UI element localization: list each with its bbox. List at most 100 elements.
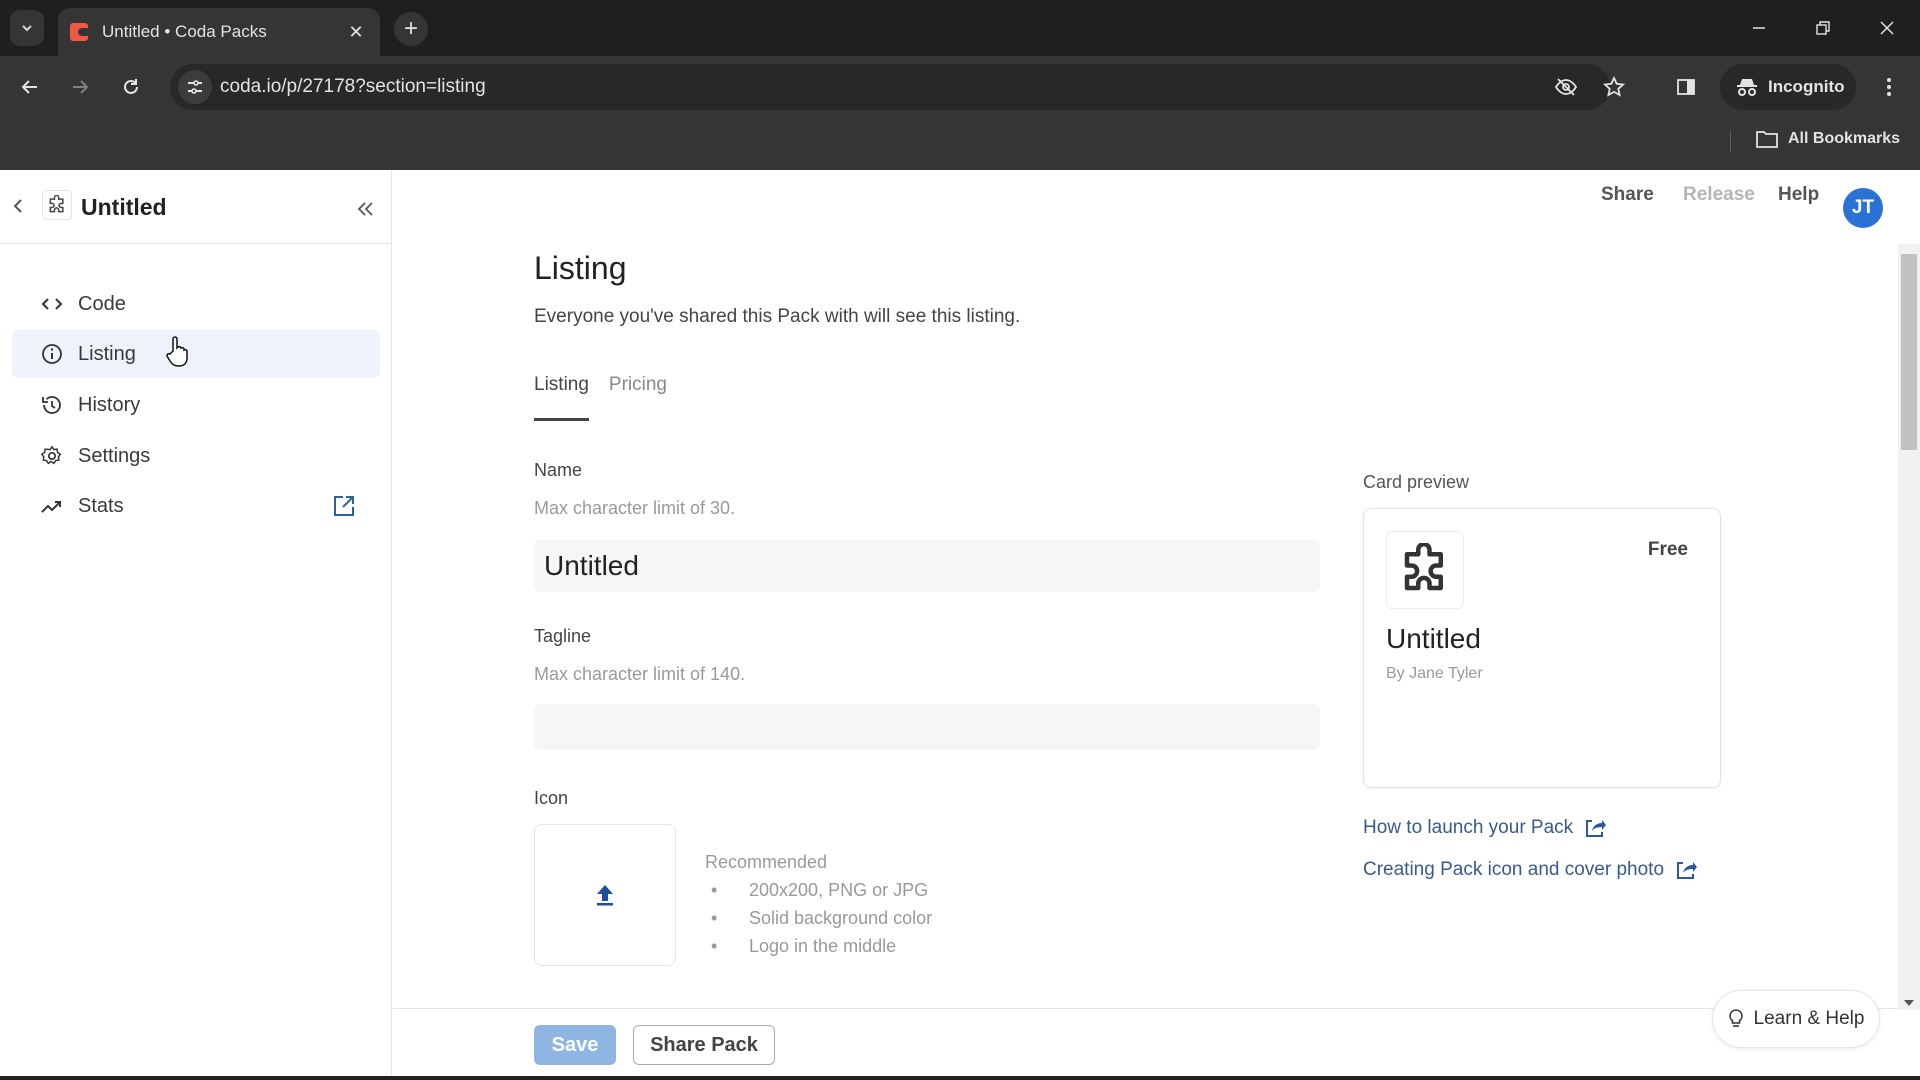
- save-button[interactable]: Save: [534, 1025, 616, 1065]
- help-link[interactable]: Help: [1778, 184, 1819, 206]
- back-chevron-icon[interactable]: [8, 194, 28, 218]
- arrow-right-icon: [73, 80, 89, 94]
- info-icon: [40, 342, 64, 366]
- close-tab-icon[interactable]: ✕: [344, 22, 368, 43]
- upload-icon: [597, 885, 613, 906]
- tagline-label: Tagline: [534, 626, 592, 646]
- url-text[interactable]: coda.io/p/27178?section=listing: [220, 76, 486, 98]
- recommended-title: Recommended: [705, 852, 828, 872]
- sidebar-item-listing[interactable]: Listing: [12, 330, 380, 378]
- main-scrollbar[interactable]: [1898, 244, 1920, 1010]
- tab-search-button[interactable]: [10, 10, 44, 46]
- eye-off-icon[interactable]: [1554, 75, 1578, 99]
- listing-tabs: Listing Pricing: [534, 374, 667, 421]
- learn-help-button[interactable]: Learn & Help: [1712, 990, 1880, 1048]
- back-button[interactable]: [13, 70, 47, 104]
- more-vertical-icon: [1887, 78, 1891, 96]
- chevron-down-icon: [22, 25, 32, 32]
- browser-menu-button[interactable]: [1872, 70, 1906, 104]
- sidebar-item-label: History: [78, 393, 141, 416]
- restore-icon: [1816, 21, 1830, 35]
- taskbar-edge: [0, 1076, 1920, 1080]
- name-help-text: Max character limit of 30.: [534, 498, 736, 518]
- scroll-down-arrow-icon[interactable]: [1904, 1000, 1914, 1006]
- card-pack-name: Untitled: [1386, 623, 1481, 654]
- coda-favicon-icon: [70, 23, 88, 41]
- sidebar: Untitled Code Listing History Settings S…: [0, 170, 392, 1080]
- browser-toolbar: coda.io/p/27178?section=listing Incognit…: [0, 56, 1920, 118]
- puzzle-icon: [1386, 531, 1464, 609]
- name-label: Name: [534, 460, 583, 480]
- sidebar-item-label: Settings: [78, 444, 151, 467]
- tune-icon: [188, 80, 202, 94]
- incognito-badge[interactable]: Incognito: [1720, 64, 1856, 110]
- card-preview: Free Untitled By Jane Tyler: [1363, 508, 1721, 788]
- sidebar-header: Untitled: [0, 170, 392, 244]
- all-bookmarks-label: All Bookmarks: [1788, 130, 1901, 147]
- recommendation-item: Solid background color: [705, 908, 932, 936]
- scroll-thumb[interactable]: [1901, 254, 1917, 450]
- collapse-sidebar-icon[interactable]: [354, 198, 376, 220]
- hand-cursor-icon: [165, 335, 191, 367]
- history-icon: [40, 393, 64, 417]
- lightbulb-icon: [1728, 1009, 1743, 1027]
- name-input[interactable]: [534, 540, 1320, 592]
- folder-icon: [1756, 131, 1778, 148]
- card-author: By Jane Tyler: [1386, 665, 1483, 682]
- page-description: Everyone you've shared this Pack with wi…: [534, 306, 1021, 327]
- icon-upload-button[interactable]: [534, 824, 676, 966]
- trending-icon: [40, 494, 64, 518]
- external-link-icon[interactable]: [332, 494, 356, 518]
- code-icon: [40, 292, 64, 316]
- pack-title: Untitled: [81, 194, 167, 220]
- star-icon[interactable]: [1602, 75, 1626, 99]
- tab-title: Untitled • Coda Packs: [102, 22, 267, 41]
- close-window-button[interactable]: [1862, 10, 1912, 46]
- listing-page: Listing Everyone you've shared this Pack…: [393, 244, 1898, 1008]
- icon-label: Icon: [534, 788, 569, 808]
- tab-listing[interactable]: Listing: [534, 374, 589, 421]
- bookmarks-divider: [1730, 130, 1731, 152]
- side-panel-button[interactable]: [1669, 70, 1703, 104]
- minimize-icon: [1753, 27, 1765, 29]
- card-preview-label: Card preview: [1363, 472, 1470, 492]
- incognito-icon: [1737, 79, 1757, 96]
- restore-button[interactable]: [1798, 10, 1848, 46]
- address-bar[interactable]: coda.io/p/27178?section=listing: [170, 64, 1626, 110]
- creating-icon-cover-link[interactable]: Creating Pack icon and cover photo: [1363, 858, 1698, 882]
- external-share-icon: [1583, 816, 1607, 840]
- sidebar-item-settings[interactable]: Settings: [12, 432, 380, 480]
- external-share-icon: [1674, 858, 1698, 882]
- tagline-help-text: Max character limit of 140.: [534, 664, 746, 684]
- tab-pricing[interactable]: Pricing: [609, 374, 667, 421]
- forward-button[interactable]: [63, 70, 97, 104]
- release-link[interactable]: Release: [1683, 184, 1755, 206]
- minimize-button[interactable]: [1734, 10, 1784, 46]
- arrow-left-icon: [21, 80, 37, 94]
- sidebar-item-code[interactable]: Code: [12, 280, 380, 328]
- coda-pack-studio: Untitled Code Listing History Settings S…: [0, 170, 1920, 1080]
- share-link[interactable]: Share: [1601, 184, 1654, 206]
- how-to-launch-link[interactable]: How to launch your Pack: [1363, 816, 1607, 840]
- side-panel-icon: [1677, 79, 1695, 95]
- reload-button[interactable]: [114, 70, 148, 104]
- sidebar-item-stats[interactable]: Stats: [12, 482, 380, 530]
- gear-icon: [40, 444, 64, 468]
- site-info-button[interactable]: [178, 70, 212, 104]
- browser-tab[interactable]: Untitled • Coda Packs ✕: [58, 8, 380, 56]
- all-bookmarks-button[interactable]: All Bookmarks: [1756, 130, 1900, 148]
- avatar[interactable]: JT: [1843, 188, 1883, 228]
- sidebar-item-label: Listing: [78, 342, 136, 365]
- sidebar-item-label: Code: [78, 292, 126, 315]
- sidebar-item-label: Stats: [78, 494, 124, 517]
- tagline-input[interactable]: [534, 704, 1320, 750]
- new-tab-button[interactable]: +: [394, 12, 428, 46]
- puzzle-icon: [42, 190, 72, 220]
- recommendations-list: 200x200, PNG or JPG Solid background col…: [705, 880, 932, 964]
- sidebar-item-history[interactable]: History: [12, 381, 380, 429]
- recommendation-item: 200x200, PNG or JPG: [705, 880, 932, 908]
- share-pack-button[interactable]: Share Pack: [633, 1025, 775, 1065]
- page-title: Listing: [534, 250, 627, 286]
- close-icon: [1880, 21, 1894, 35]
- reload-icon: [124, 79, 138, 94]
